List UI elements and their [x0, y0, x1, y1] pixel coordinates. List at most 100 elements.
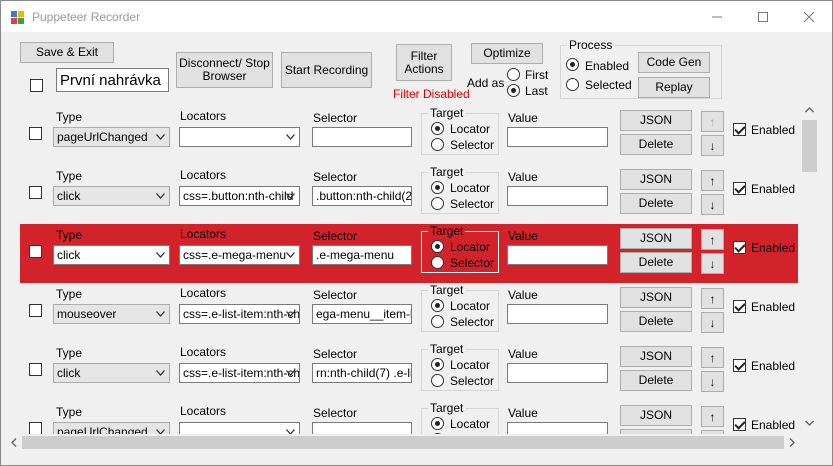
- start-recording-button[interactable]: Start Recording: [281, 52, 372, 88]
- selector-input[interactable]: ega-menu__item-link: [312, 304, 412, 324]
- move-down-button[interactable]: ↓: [701, 371, 724, 392]
- value-label: Value: [508, 170, 538, 184]
- value-input[interactable]: [507, 245, 608, 265]
- json-button[interactable]: JSON: [620, 287, 692, 308]
- selector-input[interactable]: .e-mega-menu: [312, 245, 412, 265]
- locators-dropdown[interactable]: css=.e-list-item:nth-ch: [179, 304, 300, 324]
- target-locator-radio[interactable]: [431, 417, 444, 430]
- disconnect-button[interactable]: Disconnect/ Stop Browser: [176, 52, 273, 88]
- move-up-button[interactable]: ↑: [701, 406, 724, 427]
- value-label: Value: [508, 288, 538, 302]
- type-dropdown[interactable]: click: [53, 363, 170, 383]
- close-button[interactable]: [786, 1, 832, 32]
- row-select-checkbox[interactable]: [29, 186, 42, 199]
- locators-dropdown[interactable]: css=.e-mega-menu: [179, 245, 300, 265]
- target-selector-radio[interactable]: [431, 315, 444, 328]
- delete-button[interactable]: Delete: [620, 134, 692, 155]
- delete-button[interactable]: Delete: [620, 193, 692, 214]
- type-dropdown[interactable]: click: [53, 186, 170, 206]
- json-button[interactable]: JSON: [620, 228, 692, 249]
- target-locator-radio[interactable]: [431, 240, 444, 253]
- target-locator-radio[interactable]: [431, 358, 444, 371]
- move-up-button[interactable]: ↑: [701, 288, 724, 309]
- delete-button[interactable]: Delete: [620, 370, 692, 391]
- optimize-button[interactable]: Optimize: [471, 43, 543, 64]
- json-button[interactable]: JSON: [620, 346, 692, 367]
- target-title: Target: [428, 283, 466, 297]
- target-locator-radio[interactable]: [431, 299, 444, 312]
- move-down-button[interactable]: ↓: [701, 253, 724, 274]
- save-exit-button[interactable]: Save & Exit: [20, 42, 114, 63]
- move-up-button[interactable]: ↑: [701, 347, 724, 368]
- horizontal-scroll-thumb[interactable]: [22, 436, 784, 449]
- add-last-radio[interactable]: [507, 84, 520, 97]
- move-up-button[interactable]: ↑: [701, 111, 724, 132]
- action-row[interactable]: Type mouseover Locators css=.e-list-item…: [20, 283, 798, 342]
- json-button[interactable]: JSON: [620, 110, 692, 131]
- maximize-button[interactable]: [740, 1, 786, 32]
- action-row[interactable]: Type pageUrlChanged Locators Selector Ta…: [20, 106, 798, 165]
- row-select-checkbox[interactable]: [29, 304, 42, 317]
- action-row[interactable]: Type click Locators css=.e-mega-menu Sel…: [20, 224, 798, 283]
- target-selector-radio[interactable]: [431, 197, 444, 210]
- action-row[interactable]: Type click Locators css=.button:nth-chil…: [20, 165, 798, 224]
- value-input[interactable]: [507, 186, 608, 206]
- row-select-checkbox[interactable]: [29, 127, 42, 140]
- recording-name-input[interactable]: První nahrávka: [56, 68, 169, 92]
- delete-button[interactable]: Delete: [620, 311, 692, 332]
- target-selector-radio[interactable]: [431, 374, 444, 387]
- chevron-down-icon: [156, 134, 165, 140]
- row-enabled-checkbox[interactable]: [733, 182, 746, 195]
- action-row[interactable]: Type click Locators css=.e-list-item:nth…: [20, 342, 798, 401]
- process-enabled-radio[interactable]: [566, 58, 579, 71]
- selector-input[interactable]: .button:nth-child(2): [312, 186, 412, 206]
- locators-dropdown[interactable]: [179, 127, 300, 147]
- target-selector-radio[interactable]: [431, 138, 444, 151]
- target-title: Target: [428, 165, 466, 179]
- target-locator-label: Locator: [450, 299, 491, 313]
- row-select-checkbox[interactable]: [29, 245, 42, 258]
- value-input[interactable]: [507, 304, 608, 324]
- type-dropdown[interactable]: click: [53, 245, 170, 265]
- add-first-radio[interactable]: [507, 68, 520, 81]
- value-input[interactable]: [507, 127, 608, 147]
- replay-button[interactable]: Replay: [638, 77, 710, 98]
- locators-dropdown[interactable]: css=.button:nth-child: [179, 186, 300, 206]
- type-dropdown[interactable]: pageUrlChanged: [53, 127, 170, 147]
- value-input[interactable]: [507, 363, 608, 383]
- move-up-button[interactable]: ↑: [701, 229, 724, 250]
- filter-actions-button[interactable]: Filter Actions: [396, 44, 452, 81]
- json-button[interactable]: JSON: [620, 405, 692, 426]
- move-down-button[interactable]: ↓: [701, 135, 724, 156]
- vertical-scrollbar[interactable]: [801, 100, 818, 433]
- select-all-checkbox[interactable]: [30, 79, 43, 92]
- selector-input[interactable]: [312, 127, 412, 147]
- move-down-button[interactable]: ↓: [701, 312, 724, 333]
- delete-button[interactable]: Delete: [620, 252, 692, 273]
- row-select-checkbox[interactable]: [29, 363, 42, 376]
- type-value: click: [57, 248, 81, 262]
- type-dropdown[interactable]: mouseover: [53, 304, 170, 324]
- vertical-scroll-thumb[interactable]: [802, 120, 817, 172]
- selector-input[interactable]: rn:nth-child(7) .e-link: [312, 363, 412, 383]
- target-locator-radio[interactable]: [431, 122, 444, 135]
- target-selector-radio[interactable]: [431, 256, 444, 269]
- row-enabled-checkbox[interactable]: [733, 359, 746, 372]
- row-enabled-checkbox[interactable]: [733, 123, 746, 136]
- process-selected-radio[interactable]: [566, 78, 579, 91]
- action-row[interactable]: Type pageUrlChanged Locators Selector Ta…: [20, 401, 798, 460]
- arrow-down-icon: ↓: [709, 256, 716, 271]
- row-enabled-checkbox[interactable]: [733, 241, 746, 254]
- target-locator-radio[interactable]: [431, 181, 444, 194]
- row-enabled-checkbox[interactable]: [733, 418, 746, 431]
- move-up-button[interactable]: ↑: [701, 170, 724, 191]
- code-gen-button[interactable]: Code Gen: [638, 52, 710, 73]
- move-down-button[interactable]: ↓: [701, 194, 724, 215]
- close-icon: [804, 11, 814, 22]
- locators-dropdown[interactable]: css=.e-list-item:nth-ch: [179, 363, 300, 383]
- minimize-button[interactable]: [694, 1, 740, 32]
- row-enabled-checkbox[interactable]: [733, 300, 746, 313]
- target-locator-label: Locator: [450, 358, 491, 372]
- horizontal-scrollbar[interactable]: [5, 434, 801, 451]
- json-button[interactable]: JSON: [620, 169, 692, 190]
